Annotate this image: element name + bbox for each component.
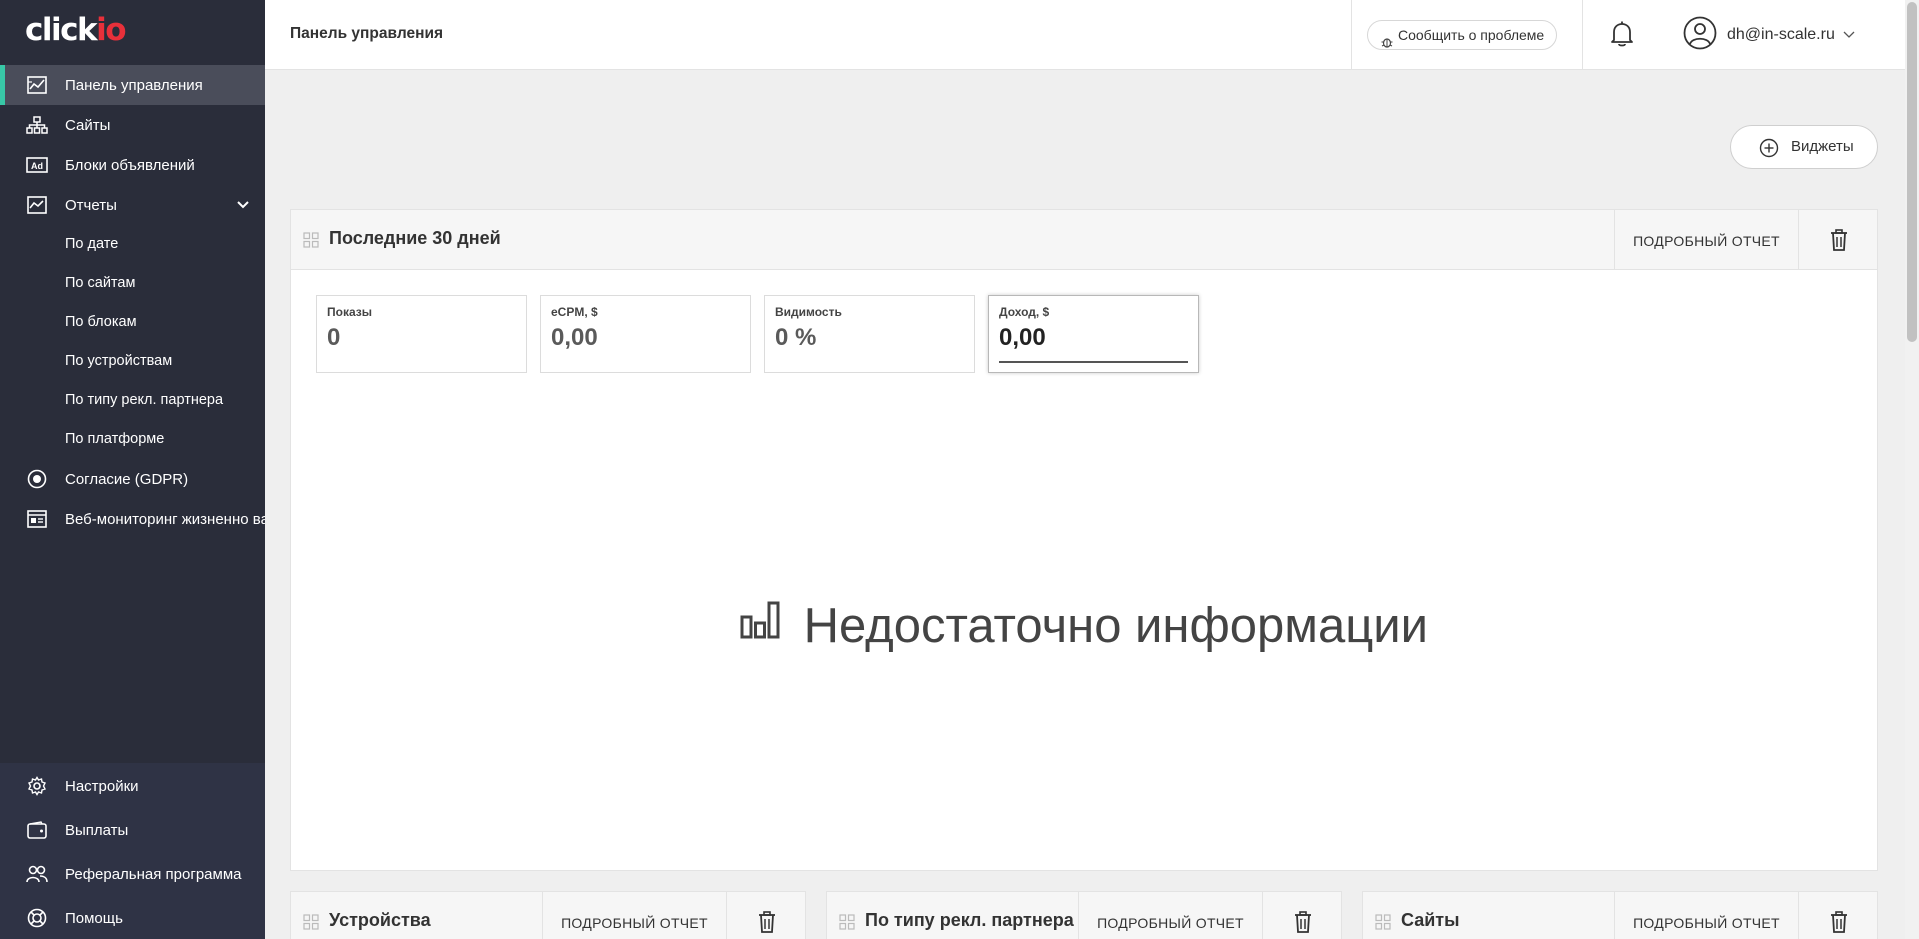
metric-value: 0 — [327, 324, 341, 351]
sidebar-item-gdpr[interactable]: Согласие (GDPR) — [0, 459, 265, 499]
chart-line-icon — [26, 75, 48, 95]
ad-icon: Ad — [26, 155, 48, 175]
consent-icon — [26, 469, 48, 489]
metric-label: Доход, $ — [999, 305, 1050, 319]
drag-handle-icon[interactable] — [1375, 914, 1391, 930]
drag-handle-icon[interactable] — [303, 914, 319, 930]
sidebar-item-label: Реферальная программа — [65, 865, 242, 883]
detailed-report-link[interactable]: ПОДРОБНЫЙ ОТЧЕТ — [1614, 892, 1798, 939]
metric-label: eCPM, $ — [551, 305, 598, 319]
header-divider-2 — [1582, 0, 1583, 70]
widget-header: Сайты ПОДРОБНЫЙ ОТЧЕТ — [1363, 892, 1877, 939]
trash-icon[interactable] — [1798, 210, 1879, 270]
report-icon — [26, 195, 48, 215]
widget-header: Устройства ПОДРОБНЫЙ ОТЧЕТ — [291, 892, 805, 939]
user-email: dh@in-scale.ru — [1727, 26, 1835, 43]
sidebar-item-label: Настройки — [65, 777, 139, 795]
widget-title: По типу рекл. партнера — [865, 910, 1074, 930]
sidebar-subitem-by-date[interactable]: По дате — [65, 233, 118, 255]
user-menu[interactable]: dh@in-scale.ru — [1683, 16, 1855, 55]
sidebar: clickio Панель управления Сайты Ad Блоки… — [0, 0, 265, 939]
sidebar-item-payouts[interactable]: Выплаты — [0, 810, 265, 850]
plus-circle-icon — [1759, 138, 1779, 162]
sidebar-item-label: Сайты — [65, 116, 111, 134]
bell-icon[interactable] — [1610, 20, 1634, 53]
bug-icon — [1381, 29, 1393, 57]
trash-icon[interactable] — [1798, 892, 1879, 939]
top-bar: Панель управления Сообщить о проблеме dh… — [265, 0, 1905, 70]
widget-last-30-days: Последние 30 дней ПОДРОБНЫЙ ОТЧЕТ Показы… — [290, 209, 1878, 871]
widget-title: Сайты — [1401, 910, 1460, 930]
trash-icon[interactable] — [726, 892, 807, 939]
sidebar-item-sites[interactable]: Сайты — [0, 105, 265, 145]
detailed-report-link[interactable]: ПОДРОБНЫЙ ОТЧЕТ — [1078, 892, 1262, 939]
page-scrollbar-thumb[interactable] — [1907, 2, 1917, 342]
sidebar-subitem-by-partner-type[interactable]: По типу рекл. партнера — [65, 389, 223, 411]
empty-state-text: Недостаточно информации — [803, 599, 1429, 654]
sidebar-item-ad-units[interactable]: Ad Блоки объявлений — [0, 145, 265, 185]
metric-label: Показы — [327, 305, 372, 319]
drag-handle-icon[interactable] — [303, 232, 319, 248]
empty-state: Недостаточно информации — [291, 595, 1877, 654]
metric-value: 0 % — [775, 324, 817, 351]
metric-value: 0,00 — [551, 324, 598, 351]
svg-text:Ad: Ad — [31, 161, 43, 171]
selected-metric-underline — [999, 361, 1188, 363]
metric-label: Видимость — [775, 305, 842, 319]
user-avatar-icon — [1683, 16, 1717, 55]
sidebar-subitem-by-platform[interactable]: По платформе — [65, 428, 164, 450]
report-problem-button[interactable]: Сообщить о проблеме — [1367, 20, 1558, 50]
monitoring-icon — [26, 509, 48, 529]
sidebar-item-web-monitoring[interactable]: Веб-мониторинг жизненно важных показател… — [0, 499, 265, 539]
clickio-logo[interactable]: clickio — [25, 12, 127, 48]
trash-icon[interactable] — [1262, 892, 1343, 939]
sidebar-bottom-section: Настройки Выплаты Реферальная программа … — [0, 763, 265, 939]
sidebar-item-reports[interactable]: Отчеты — [0, 185, 265, 225]
widget-title: Последние 30 дней — [329, 228, 501, 248]
metric-ecpm[interactable]: eCPM, $ 0,00 — [540, 295, 751, 373]
header-divider — [1351, 0, 1352, 70]
sidebar-item-referral[interactable]: Реферальная программа — [0, 854, 265, 894]
sidebar-subitem-by-blocks[interactable]: По блокам — [65, 311, 137, 333]
sidebar-item-label: Блоки объявлений — [65, 156, 195, 174]
sidebar-subitem-by-sites[interactable]: По сайтам — [65, 272, 135, 294]
detailed-report-link[interactable]: ПОДРОБНЫЙ ОТЧЕТ — [542, 892, 726, 939]
widgets-button-label: Виджеты — [1791, 138, 1854, 155]
sidebar-item-label: Веб-мониторинг жизненно важных показател… — [65, 510, 265, 528]
bar-chart-icon — [740, 595, 780, 651]
detailed-report-link[interactable]: ПОДРОБНЫЙ ОТЧЕТ — [1614, 210, 1798, 270]
sidebar-item-dashboard[interactable]: Панель управления — [0, 65, 265, 105]
widget-title: Устройства — [329, 910, 431, 930]
report-problem-label: Сообщить о проблеме — [1398, 27, 1545, 43]
widget-sites: Сайты ПОДРОБНЫЙ ОТЧЕТ — [1362, 891, 1878, 939]
page-title: Панель управления — [290, 25, 444, 42]
metric-impressions[interactable]: Показы 0 — [316, 295, 527, 373]
sidebar-item-label: Отчеты — [65, 196, 117, 214]
widgets-button[interactable]: Виджеты — [1730, 125, 1878, 169]
sidebar-item-settings[interactable]: Настройки — [0, 766, 265, 806]
sidebar-item-help[interactable]: Помощь — [0, 898, 265, 938]
sidebar-item-label: Помощь — [65, 909, 123, 927]
sidebar-item-label: Выплаты — [65, 821, 129, 839]
sitemap-icon — [26, 115, 48, 135]
widget-header: По типу рекл. партнера ПОДРОБНЫЙ ОТЧЕТ — [827, 892, 1341, 939]
widget-devices: Устройства ПОДРОБНЫЙ ОТЧЕТ — [290, 891, 806, 939]
metric-value: 0,00 — [999, 324, 1046, 351]
gear-icon — [26, 776, 48, 796]
chevron-down-icon — [1843, 26, 1855, 44]
sidebar-item-label: Панель управления — [65, 76, 203, 94]
widget-header: Последние 30 дней ПОДРОБНЫЙ ОТЧЕТ — [291, 210, 1877, 270]
wallet-icon — [26, 820, 48, 840]
lifebuoy-icon — [26, 908, 48, 928]
sidebar-subitem-by-devices[interactable]: По устройствам — [65, 350, 172, 372]
users-icon — [26, 864, 48, 884]
widget-partner-type: По типу рекл. партнера ПОДРОБНЫЙ ОТЧЕТ — [826, 891, 1342, 939]
drag-handle-icon[interactable] — [839, 914, 855, 930]
chevron-down-icon[interactable] — [235, 197, 251, 213]
logo-accent-text: io — [96, 12, 126, 48]
metric-viewability[interactable]: Видимость 0 % — [764, 295, 975, 373]
metric-revenue[interactable]: Доход, $ 0,00 — [988, 295, 1199, 373]
sidebar-item-label: Согласие (GDPR) — [65, 470, 189, 488]
logo-text: click — [25, 12, 98, 48]
